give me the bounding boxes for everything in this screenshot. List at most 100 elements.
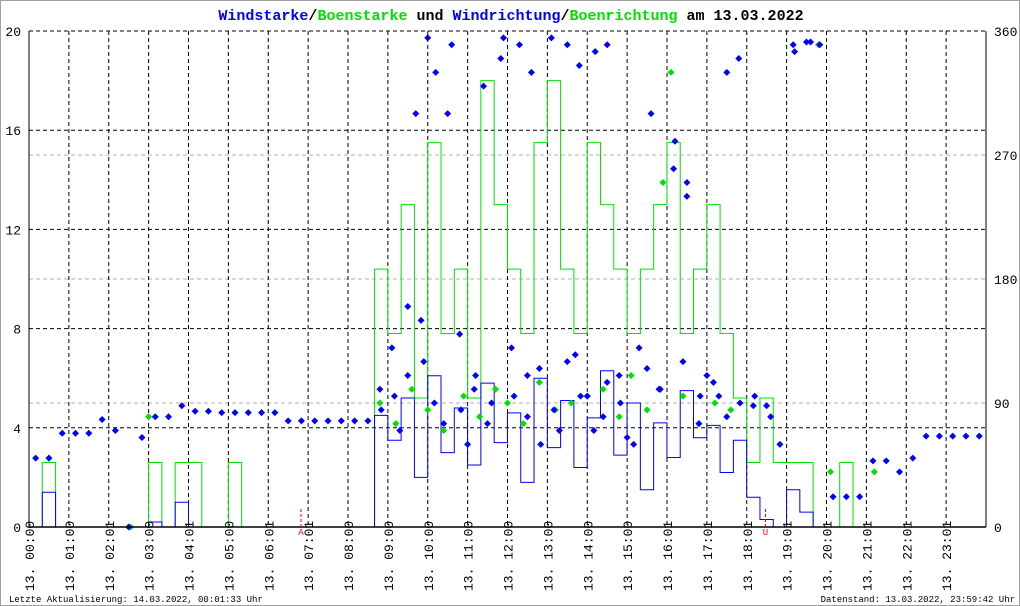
gust-direction-point xyxy=(392,420,400,428)
wind-direction-point xyxy=(723,413,731,421)
x-tick-label: 13. 19:01 xyxy=(781,521,796,591)
title-part: Windstarke xyxy=(218,8,308,25)
chart-window: A U 0 4 8 12 16 20 0 90 180 270 360 13. 00:00 13. 01:0… xyxy=(0,0,1020,606)
wind-direction-point xyxy=(975,432,983,440)
wind-direction-point xyxy=(703,371,711,379)
wind-direction-point xyxy=(776,440,784,448)
wind-direction-point xyxy=(547,34,555,42)
gust-direction-point xyxy=(376,399,384,407)
wind-direction-point xyxy=(789,41,797,49)
gust-direction-point xyxy=(667,68,675,76)
wind-direction-point xyxy=(655,385,663,393)
x-tick-label: 13. 14:00 xyxy=(581,521,596,591)
wind-direction-point xyxy=(111,427,119,435)
title-part: / xyxy=(308,8,317,25)
gust-direction-point xyxy=(643,406,651,414)
wind-direction-point xyxy=(696,392,704,400)
wind-direction-point xyxy=(807,38,815,46)
chart-title: Windstarke/Boenstarke und Windrichtung/B… xyxy=(218,8,803,25)
y2-tick-label: 90 xyxy=(994,397,1010,412)
wind-direction-point xyxy=(575,61,583,69)
y-tick-label: 12 xyxy=(5,223,21,238)
wind-direction-point xyxy=(695,420,703,428)
gust-direction-point xyxy=(504,399,511,407)
wind-direction-point xyxy=(670,165,678,173)
x-tick-label: 13. 18:01 xyxy=(741,521,756,591)
x-tick-label: 13. 04:01 xyxy=(183,521,198,591)
wind-direction-point xyxy=(472,371,480,379)
wind-direction-point xyxy=(98,416,106,424)
x-tick-label: 13. 16:01 xyxy=(661,521,676,591)
wind-chart: A U04812162009018027036013. 00:00 13. 01:0… xyxy=(5,8,1017,605)
wind-direction-point xyxy=(324,417,332,425)
wind-direction-point xyxy=(311,417,319,425)
wind-direction-point xyxy=(715,392,723,400)
wind-direction-point xyxy=(244,409,252,417)
wind-direction-point xyxy=(388,344,396,352)
gust-direction-point xyxy=(870,468,878,476)
wind-direction-point xyxy=(376,385,384,393)
gust-direction-point xyxy=(460,392,468,400)
wind-direction-point xyxy=(32,454,40,462)
gust-direction-point xyxy=(535,378,543,386)
x-tick-label: 13. 03:00 xyxy=(143,521,158,591)
wind-direction-point xyxy=(390,392,398,400)
wind-direction-point xyxy=(165,413,173,421)
wind-direction-point xyxy=(603,41,611,49)
wind-direction-point xyxy=(58,429,66,437)
wind-direction-point xyxy=(430,399,438,407)
wind-direction-point xyxy=(484,420,492,428)
wind-direction-point xyxy=(448,41,456,49)
wind-direction-point xyxy=(751,392,759,400)
x-tick-label: 13. 15:00 xyxy=(621,521,636,591)
wind-direction-point xyxy=(500,34,508,42)
wind-direction-point xyxy=(922,432,930,440)
wind-direction-point xyxy=(404,371,412,379)
wind-direction-point xyxy=(470,385,478,393)
wind-direction-point xyxy=(515,41,523,49)
data-timestamp-text: Datenstand: 13.03.2022, 23:59:42 Uhr xyxy=(821,595,1015,605)
y2-tick-label: 180 xyxy=(994,273,1017,288)
x-tick-label: 13. 08:00 xyxy=(342,521,357,591)
last-update-text: Letzte Aktualisierung: 14.03.2022, 00:01… xyxy=(9,595,263,605)
wind-direction-point xyxy=(204,407,212,415)
wind-direction-point xyxy=(736,399,744,407)
wind-direction-point xyxy=(683,179,691,187)
wind-direction-point xyxy=(258,409,266,417)
wind-direction-point xyxy=(583,392,591,400)
wind-direction-point xyxy=(635,344,643,352)
wind-direction-point xyxy=(535,365,543,373)
wind-direction-point xyxy=(523,371,531,379)
x-tick-label: 13. 06:01 xyxy=(262,521,277,591)
wind-direction-point xyxy=(497,55,505,63)
title-part: / xyxy=(561,8,570,25)
wind-direction-point xyxy=(563,41,571,49)
wind-direction-point xyxy=(507,344,515,352)
wind-direction-point xyxy=(420,358,428,366)
wind-direction-point xyxy=(643,365,651,373)
gust-direction-point xyxy=(659,179,667,187)
y2-tick-label: 0 xyxy=(994,521,1002,536)
x-tick-label: 13. 12:00 xyxy=(502,521,517,591)
gust-direction-point xyxy=(711,399,719,407)
wind-direction-point xyxy=(791,48,799,56)
wind-direction-point xyxy=(404,303,412,311)
wind-direction-point xyxy=(412,110,420,118)
wind-direction-point xyxy=(882,457,890,465)
wind-direction-point xyxy=(351,417,359,425)
wind-direction-point xyxy=(571,351,579,359)
wind-direction-point xyxy=(444,110,452,118)
wind-direction-point xyxy=(456,330,464,338)
wind-direction-point xyxy=(735,55,743,63)
wind-direction-point xyxy=(856,493,864,501)
wind-direction-point xyxy=(85,429,93,437)
title-part: Windrichtung xyxy=(452,8,560,25)
wind-direction-point xyxy=(709,378,717,386)
x-tick-label: 13. 05:00 xyxy=(222,521,237,591)
wind-direction-point xyxy=(550,406,558,414)
x-tick-label: 13. 17:01 xyxy=(701,521,716,591)
wind-direction-point xyxy=(364,417,372,425)
x-tick-label: 13. 02:01 xyxy=(103,521,118,591)
x-tick-label: 13. 13:00 xyxy=(541,521,556,591)
title-part: Boenstarke xyxy=(317,8,407,25)
